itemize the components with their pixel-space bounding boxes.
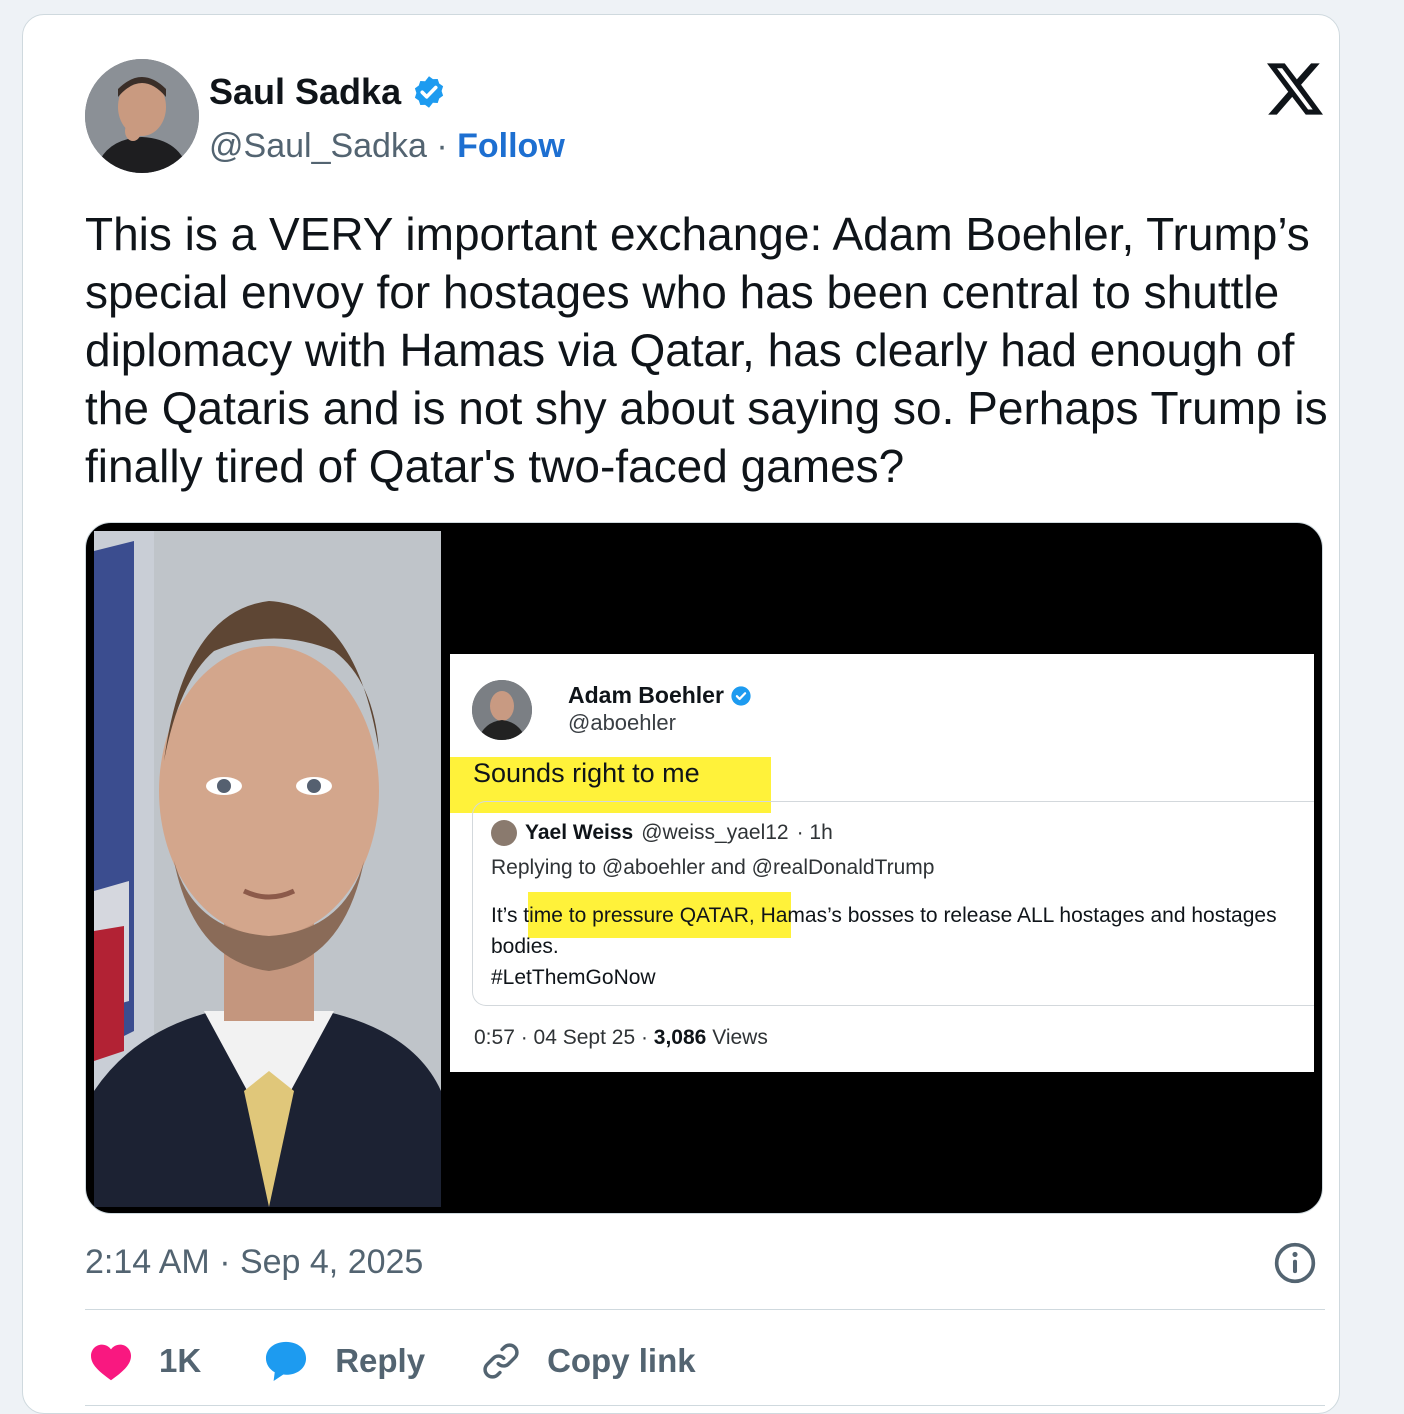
copy-link-button[interactable]: Copy link [479, 1339, 696, 1383]
tweet-timestamp[interactable]: 2:14 AM · Sep 4, 2025 [85, 1243, 423, 1282]
quoted-age: · 1h [796, 821, 833, 844]
author-handle[interactable]: @Saul_Sadka [209, 127, 427, 165]
follow-button[interactable]: Follow [457, 127, 565, 165]
author-name[interactable]: Saul Sadka [209, 71, 401, 113]
quoted-hashtag: #LetThemGoNow [491, 966, 656, 989]
embedded-post-screenshot: Adam Boehler @aboehler Sounds right to m… [450, 654, 1314, 1072]
embedded-handle: @aboehler [568, 710, 676, 735]
quoted-handle: @weiss_yael12 [641, 821, 789, 844]
tweet-media[interactable]: Adam Boehler @aboehler Sounds right to m… [85, 522, 1323, 1214]
link-icon [483, 1343, 519, 1379]
quoted-post: Yael Weiss @weiss_yael12 · 1h Replying t… [472, 801, 1314, 1006]
portrait-photo [94, 531, 441, 1207]
quoted-author-name: Yael Weiss [525, 821, 634, 844]
quoted-body-pre: It’s [491, 904, 524, 927]
verified-badge-icon [414, 76, 444, 108]
action-bar: 1K Reply Copy link [85, 1333, 696, 1389]
like-button[interactable]: 1K [89, 1341, 201, 1381]
embedded-text: Sounds right to me [473, 758, 700, 788]
embedded-stats: 0:57 · 04 Sept 25 · 3,086 Views [474, 1026, 768, 1050]
speech-bubble-icon [266, 1341, 307, 1382]
info-icon[interactable] [1273, 1241, 1317, 1285]
copy-link-label: Copy link [547, 1342, 696, 1379]
tweet-text: This is a VERY important exchange: Adam … [85, 208, 1328, 492]
embedded-author-name: Adam Boehler [568, 682, 724, 708]
author-avatar[interactable] [85, 59, 199, 173]
bottom-divider [85, 1405, 1325, 1406]
embedded-verified-icon [731, 685, 751, 706]
reply-label: Reply [335, 1342, 426, 1379]
quoted-replying-to: Replying to @aboehler and @realDonaldTru… [491, 856, 935, 879]
reply-button[interactable]: Reply [263, 1340, 425, 1382]
author-handle-row: @Saul_Sadka · Follow [209, 127, 565, 166]
embedded-views-count: 3,086 [653, 1026, 707, 1049]
x-logo-icon[interactable] [1267, 63, 1323, 115]
author-name-row[interactable]: Saul Sadka [209, 71, 447, 113]
like-count: 1K [159, 1342, 202, 1379]
embedded-time-date: 0:57 · 04 Sept 25 · [474, 1026, 648, 1049]
embedded-views-label: Views [712, 1026, 768, 1049]
quoted-header: Yael Weiss @weiss_yael12 · 1h [491, 820, 833, 846]
quoted-body: It’s time to pressure QATAR, Hamas’s bos… [491, 900, 1301, 993]
divider [85, 1309, 1325, 1310]
tweet-card: Saul Sadka @Saul_Sadka · Follow This is … [22, 14, 1340, 1414]
quoted-body-highlight: time to pressure QATAR, [523, 904, 755, 927]
heart-icon [91, 1344, 131, 1381]
handle-separator: · [436, 127, 448, 165]
embedded-name-row: Adam Boehler [568, 682, 752, 709]
quoted-avatar [491, 820, 517, 846]
embedded-avatar [472, 680, 532, 740]
